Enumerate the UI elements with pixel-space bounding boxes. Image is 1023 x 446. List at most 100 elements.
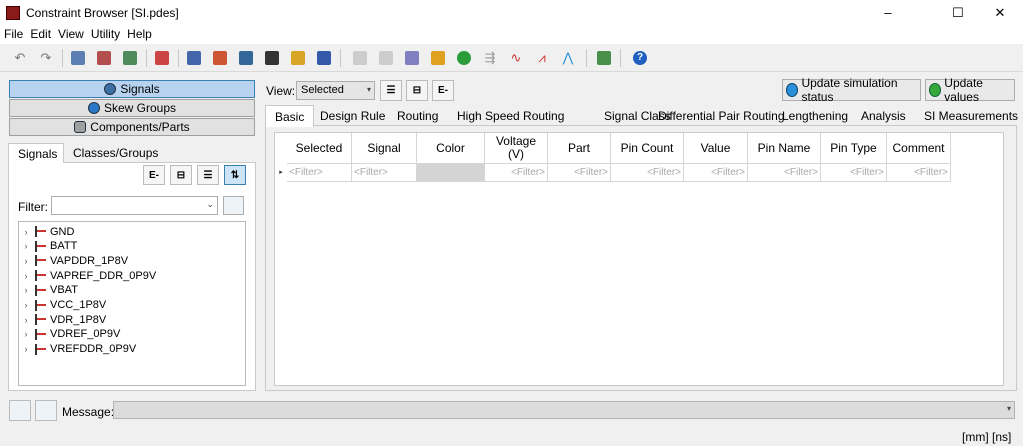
chevron-right-icon[interactable]: › <box>19 271 33 281</box>
column-filter-cell[interactable]: <Filter> <box>611 164 684 182</box>
menu-help[interactable]: Help <box>123 26 155 41</box>
phone-icon[interactable] <box>9 400 31 421</box>
column-filter-cell[interactable]: <Filter> <box>684 164 748 182</box>
tab-analysis[interactable]: Analysis <box>852 105 915 126</box>
list-view-button[interactable]: ☰ <box>197 165 219 185</box>
column-header[interactable]: Part <box>548 133 611 164</box>
close-button[interactable]: ✕ <box>977 0 1023 26</box>
maximize-button[interactable]: ☐ <box>935 0 981 26</box>
undo-icon[interactable]: ↶ <box>10 48 30 68</box>
tree-item[interactable]: › VCC_1P8V <box>19 298 245 313</box>
column-header[interactable]: Signal <box>352 133 417 164</box>
column-filter-cell[interactable]: <Filter> <box>287 164 352 182</box>
chevron-right-icon[interactable]: › <box>19 256 33 266</box>
column-header[interactable]: Selected <box>287 133 352 164</box>
nav-components-button[interactable]: Components/Parts <box>9 118 255 136</box>
column-filter-cell[interactable]: <Filter> <box>821 164 887 182</box>
column-filter-cell[interactable]: <Filter> <box>485 164 548 182</box>
layout-icon[interactable] <box>594 48 614 68</box>
tab-high-speed-routing[interactable]: High Speed Routing <box>448 105 573 126</box>
column-header[interactable]: Pin Type <box>821 133 887 164</box>
tab-differential-pair-routing[interactable]: Differential Pair Routing <box>649 105 794 126</box>
tree-item[interactable]: › VBAT <box>19 283 245 298</box>
waveform-1-icon[interactable]: ∿ <box>506 48 526 68</box>
waveform-2-icon[interactable]: ⩘ <box>532 48 552 68</box>
tab-si-measurements[interactable]: SI Measurements <box>915 105 1023 126</box>
column-header[interactable]: Value <box>684 133 748 164</box>
save-icon[interactable] <box>314 48 334 68</box>
tab-routing[interactable]: Routing <box>388 105 447 126</box>
chart-tool-2-icon[interactable] <box>210 48 230 68</box>
update-values-button[interactable]: Update values <box>925 76 1015 104</box>
tree-item[interactable]: › VDREF_0P9V <box>19 327 245 342</box>
chevron-right-icon[interactable]: › <box>19 344 33 354</box>
column-header[interactable]: Color <box>417 133 485 164</box>
nav-skew-groups-label: Skew Groups <box>103 101 177 115</box>
export-icon[interactable] <box>262 48 282 68</box>
view-select[interactable]: Selected ▾ <box>296 81 375 100</box>
bar-chart-icon[interactable] <box>428 48 448 68</box>
nav-skew-groups-button[interactable]: Skew Groups <box>9 99 255 117</box>
menu-file[interactable]: File <box>0 26 26 41</box>
chart-tool-3-icon[interactable] <box>236 48 256 68</box>
menu-edit[interactable]: Edit <box>26 26 54 41</box>
tab-basic[interactable]: Basic <box>265 105 315 127</box>
sort-button[interactable]: ⇅ <box>224 165 246 185</box>
menu-utility[interactable]: Utility <box>87 26 123 41</box>
copy-icon[interactable] <box>350 48 370 68</box>
tab-classes-groups[interactable]: Classes/Groups <box>64 143 167 163</box>
tree-item[interactable]: › VDR_1P8V <box>19 312 245 327</box>
column-header[interactable]: Pin Count <box>611 133 684 164</box>
edit-icon[interactable] <box>288 48 308 68</box>
chevron-right-icon[interactable]: › <box>19 329 33 339</box>
filter-input[interactable]: ⌄ <box>51 196 218 215</box>
column-filter-cell[interactable]: <Filter> <box>887 164 951 182</box>
share-icon[interactable]: ⇶ <box>480 48 500 68</box>
e-icon[interactable] <box>454 48 474 68</box>
column-view-button[interactable]: ☰ <box>380 80 402 101</box>
tree-item[interactable]: › VAPREF_DDR_0P9V <box>19 268 245 283</box>
expand-all-button[interactable]: E- <box>143 165 165 185</box>
calc-icon[interactable] <box>402 48 422 68</box>
column-filter-cell[interactable]: <Filter> <box>548 164 611 182</box>
net-tool-1-icon[interactable] <box>68 48 88 68</box>
tab-lengthening[interactable]: Lengthening <box>773 105 857 126</box>
chevron-right-icon[interactable]: › <box>19 241 33 251</box>
signal-icon <box>33 240 47 253</box>
redo-icon[interactable]: ↷ <box>36 48 56 68</box>
tree-item[interactable]: › BATT <box>19 239 245 254</box>
waveform-3-icon[interactable]: ⋀ <box>558 48 578 68</box>
menu-view[interactable]: View <box>54 26 87 41</box>
apply-filter-button[interactable] <box>223 196 244 215</box>
net-tool-2-icon[interactable] <box>94 48 114 68</box>
tab-design-rule[interactable]: Design Rule <box>311 105 394 126</box>
column-filter-cell[interactable] <box>417 164 485 182</box>
paste-icon[interactable] <box>376 48 396 68</box>
minimize-button[interactable]: – <box>865 0 911 26</box>
net-view-button[interactable]: ⊟ <box>406 80 428 101</box>
column-header[interactable]: Comment <box>887 133 951 164</box>
chevron-right-icon[interactable]: › <box>19 227 33 237</box>
column-header[interactable]: Voltage (V) <box>485 133 548 164</box>
tree-item[interactable]: › GND <box>19 224 245 239</box>
help-icon[interactable]: ? <box>630 48 650 68</box>
tree-item[interactable]: › VAPDDR_1P8V <box>19 253 245 268</box>
nav-signals-label: Signals <box>120 82 160 96</box>
chevron-right-icon[interactable]: › <box>19 300 33 310</box>
column-header[interactable]: Pin Name <box>748 133 821 164</box>
tree-item[interactable]: › VREFDDR_0P9V <box>19 342 245 357</box>
net-tool-3-icon[interactable] <box>120 48 140 68</box>
net-tool-4-icon[interactable] <box>152 48 172 68</box>
chevron-right-icon[interactable]: › <box>19 285 33 295</box>
components-tool-icon[interactable] <box>35 400 57 421</box>
tab-signals[interactable]: Signals <box>8 143 64 163</box>
nav-signals-button[interactable]: Signals <box>9 80 255 98</box>
filter-nets-button[interactable]: ⊟ <box>170 165 192 185</box>
chart-tool-1-icon[interactable] <box>184 48 204 68</box>
chevron-right-icon[interactable]: › <box>19 315 33 325</box>
column-filter-cell[interactable]: <Filter> <box>352 164 417 182</box>
update-simulation-button[interactable]: Update simulation status <box>782 76 921 104</box>
column-filter-cell[interactable]: <Filter> <box>748 164 821 182</box>
message-select[interactable]: ▾ <box>113 401 1015 419</box>
expand-view-button[interactable]: E- <box>432 80 454 101</box>
